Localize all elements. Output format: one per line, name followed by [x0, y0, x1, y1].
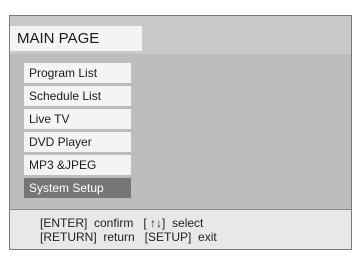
page-title: MAIN PAGE — [10, 26, 142, 51]
menu-item-dvd-player[interactable]: DVD Player — [24, 132, 131, 152]
menu-item-program-list[interactable]: Program List — [24, 63, 131, 83]
menu-item-system-setup[interactable]: System Setup — [24, 178, 131, 198]
menu-item-schedule-list[interactable]: Schedule List — [24, 86, 131, 106]
menu-panel: Program List Schedule List Live TV DVD P… — [10, 54, 351, 209]
menu-item-mp3-jpeg[interactable]: MP3 &JPEG — [24, 155, 131, 175]
hint-confirm-select: [ENTER] confirm [ ↑↓] select — [40, 216, 204, 230]
key-hints-footer: [ENTER] confirm [ ↑↓] select [RETURN] re… — [10, 209, 351, 249]
menu-item-live-tv[interactable]: Live TV — [24, 109, 131, 129]
main-menu: Program List Schedule List Live TV DVD P… — [24, 63, 131, 201]
hint-return-exit: [RETURN] return [SETUP] exit — [40, 230, 217, 244]
main-page-screen: MAIN PAGE Program List Schedule List Liv… — [9, 15, 352, 250]
